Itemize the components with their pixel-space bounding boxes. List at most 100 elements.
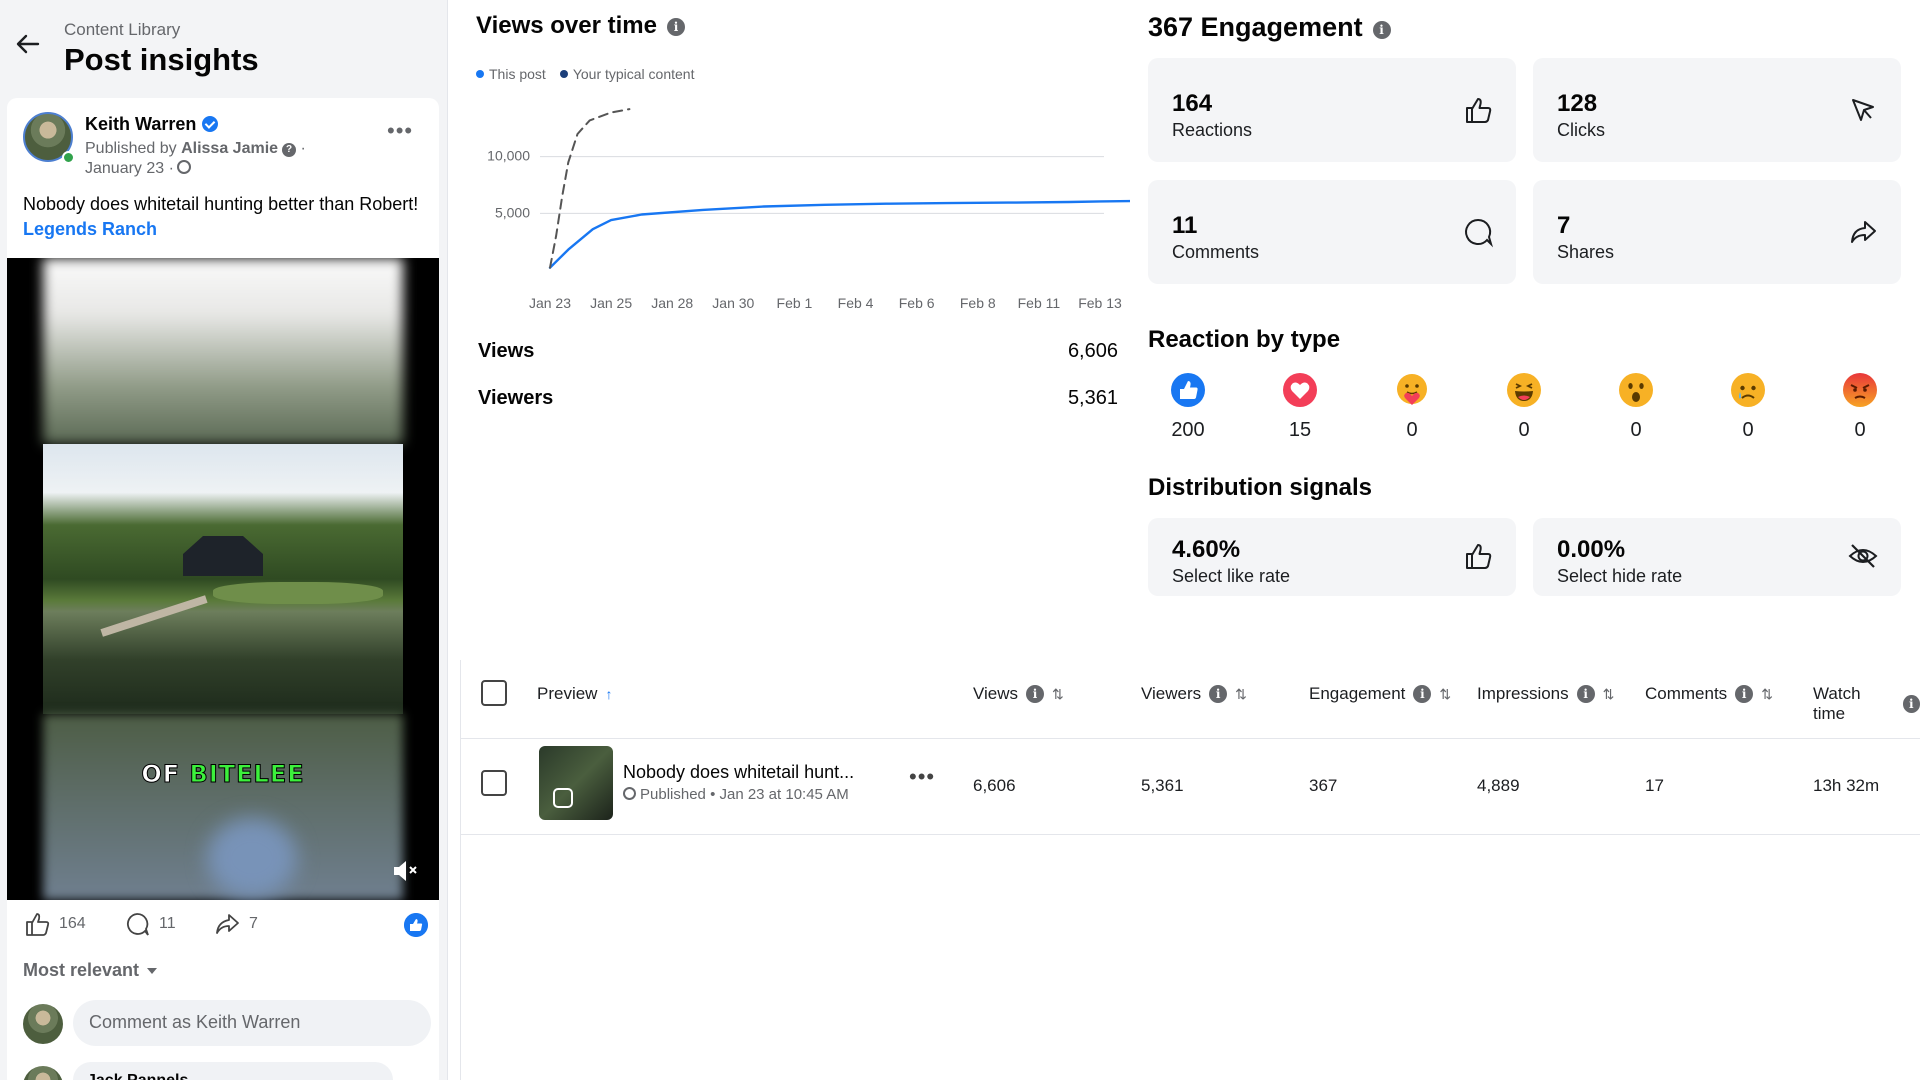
love-reaction-icon [1283,373,1317,407]
comment-action[interactable]: 11 [123,910,176,938]
comments-tile: 11 Comments [1148,180,1516,284]
angry-reaction-icon [1843,373,1877,407]
clicks-tile: 128 Clicks [1533,58,1901,162]
column-preview[interactable]: Preview ↑ [537,684,612,704]
like-action[interactable]: 164 [23,910,86,938]
help-icon[interactable]: ? [282,143,297,157]
column-watch-time[interactable]: Watch time i [1813,684,1920,724]
viewers-value: 5,361 [1067,387,1118,409]
reaction-love: 15 [1260,372,1340,442]
column-impressions[interactable]: Impressions i ⇅ [1477,684,1614,704]
sort-icon: ⇅ [1439,685,1452,702]
globe-icon [176,160,191,174]
post-card: Keith Warren Published by Alissa Jamie? … [7,98,439,1080]
views-over-time-panel: Views over time i This post Your typical … [460,0,1130,680]
row-divider [461,834,1920,835]
column-engagement[interactable]: Engagement i ⇅ [1309,684,1451,704]
reactions-tile: 164 Reactions [1148,58,1516,162]
thumbs-up-icon [26,913,50,936]
x-tick-label: Feb 11 [1018,295,1061,311]
column-viewers[interactable]: Viewers i ⇅ [1141,684,1247,704]
sort-icon: ⇅ [1235,685,1247,702]
sort-icon: ⇅ [1602,685,1615,702]
chart-legend: This post Your typical content [476,66,695,82]
shares-tile: 7 Shares [1533,180,1901,284]
row-viewers: 5,361 [1141,776,1184,795]
column-comments[interactable]: Comments i ⇅ [1645,684,1773,704]
row-post-title[interactable]: Nobody does whitetail hunt... [623,762,854,783]
info-icon[interactable]: i [1413,685,1432,703]
row-watch-time: 13h 32m [1813,776,1880,795]
x-tick-label: Feb 1 [777,295,813,311]
comment-sort-dropdown[interactable]: Most relevant [23,960,158,981]
x-tick-label: Jan 25 [590,295,632,311]
info-icon[interactable]: i [1026,685,1045,703]
like-reaction-icon [1171,373,1205,407]
like-count: 164 [59,915,86,932]
back-arrow-icon[interactable] [14,30,42,58]
post-more-options-button[interactable]: ••• [387,118,413,144]
like-rate-tile: 4.60% Select like rate [1148,518,1516,596]
reaction-by-type-title: Reaction by type [1148,326,1341,353]
engagement-title: 367 Engagement i [1148,12,1391,43]
views-over-time-title: Views over time i [476,12,685,40]
sort-ascending-icon: ↑ [605,686,613,702]
comment-input[interactable]: Comment as Keith Warren [73,1000,431,1046]
info-icon[interactable]: i [666,18,685,36]
row-impressions: 4,889 [1477,776,1520,795]
viewers-metric: Viewers 5,361 [478,387,1118,409]
verified-badge-icon [202,116,219,132]
views-value: 6,606 [1067,340,1118,362]
mute-icon[interactable] [391,858,421,884]
hide-rate-tile: 0.00% Select hide rate [1533,518,1901,596]
video-blur-top [43,258,403,444]
y-tick-label: 5,000 [495,204,530,220]
thumbs-up-icon [1466,98,1492,123]
row-comments: 17 [1645,776,1664,795]
info-icon[interactable]: i [1576,685,1595,703]
share-action[interactable]: 7 [213,910,258,938]
row-checkbox[interactable] [481,770,507,796]
header-divider [461,738,1920,739]
reaction-wow: 0 [1596,372,1676,442]
info-icon[interactable]: i [1735,685,1754,703]
views-line-chart: 10,000 5,000 Jan 23 Jan 25 Jan 28 Jan 30 Feb 1… [487,108,1130,311]
info-icon[interactable]: i [1902,695,1920,713]
haha-reaction-icon [1507,373,1541,407]
post-date: January 23 · [85,160,191,178]
post-text: Nobody does whitetail hunting better tha… [23,194,419,239]
globe-icon [623,787,636,800]
legend-typical-content: Your typical content [559,66,695,82]
post-stats: 164 11 7 [23,910,428,942]
reaction-like: 200 [1148,372,1228,442]
chevron-down-icon [147,968,158,974]
commenter-avatar[interactable] [23,1004,63,1044]
distribution-signals-title: Distribution signals [1148,474,1373,501]
page-link[interactable]: Legends Ranch [23,219,157,239]
post-video[interactable]: OF BITELEE [7,258,439,900]
share-count: 7 [249,915,258,932]
author-name[interactable]: Keith Warren [85,114,219,135]
x-tick-label: Feb 6 [899,295,935,311]
row-more-options-button[interactable]: ••• [909,764,935,790]
series-line-your-typical-content [549,108,631,269]
comment-author-name[interactable]: Jack Pannels [73,1062,393,1080]
post-thumbnail[interactable] [539,746,613,820]
info-icon[interactable]: i [1209,685,1228,703]
row-post-status: Published • Jan 23 at 10:45 AM [623,786,849,803]
breadcrumb[interactable]: Content Library [64,20,180,40]
select-all-checkbox[interactable] [481,680,507,706]
wow-reaction-icon [1619,373,1653,407]
publisher-name[interactable]: Alissa Jamie [181,140,278,157]
comment-icon [1465,218,1494,248]
video-frame [43,444,403,714]
column-views[interactable]: Views i ⇅ [973,684,1064,704]
reaction-haha: 0 [1484,372,1564,442]
x-tick-label: Jan 30 [712,295,754,311]
comment-count: 11 [159,915,176,932]
info-icon[interactable]: i [1372,21,1391,39]
comment-icon [127,913,149,936]
x-tick-label: Feb 13 [1078,295,1122,311]
reaction-angry: 0 [1820,372,1900,442]
comment-author-avatar[interactable] [23,1066,63,1080]
